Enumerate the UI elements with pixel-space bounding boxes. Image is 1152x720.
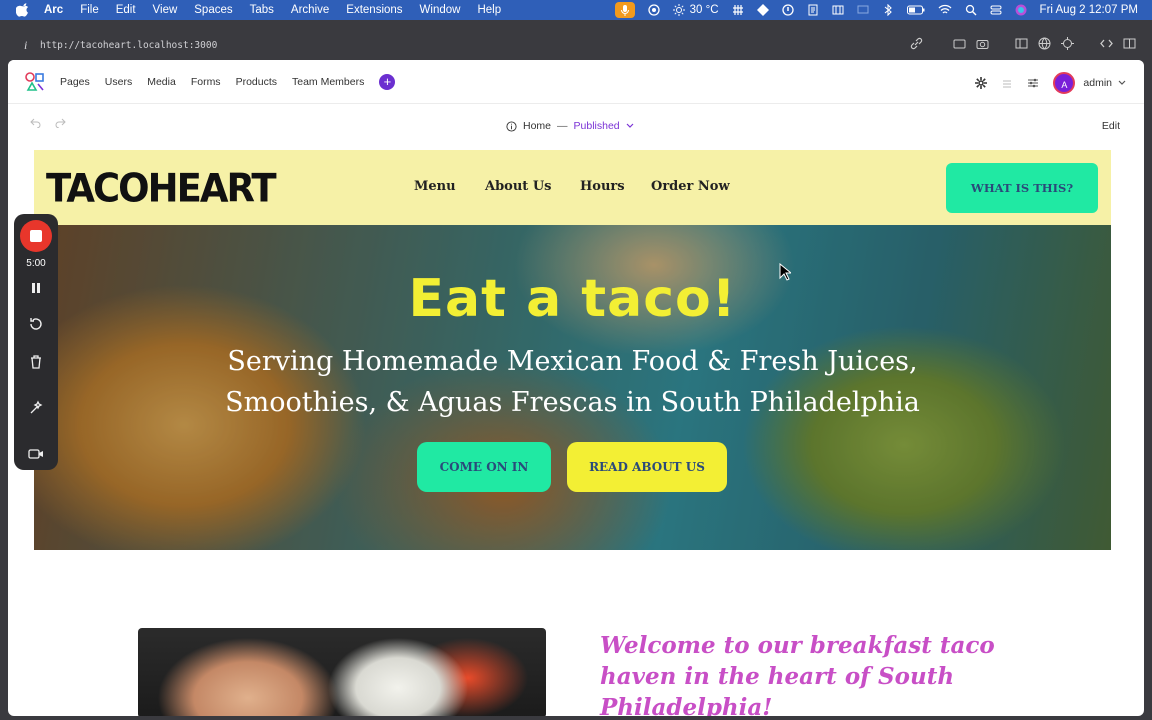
hero-subtitle: Serving Homemade Mexican Food & Fresh Ju… bbox=[34, 341, 1111, 423]
browser-toolbar bbox=[910, 37, 1136, 50]
menu-tabs[interactable]: Tabs bbox=[250, 4, 274, 16]
page-selector[interactable]: Home — Published bbox=[506, 120, 634, 132]
page-separator: — bbox=[557, 120, 568, 132]
menu-extensions[interactable]: Extensions bbox=[346, 4, 402, 16]
grid-hash-icon[interactable] bbox=[732, 4, 744, 16]
page-title[interactable]: Home bbox=[523, 120, 551, 132]
site-header: TACOHEART Menu About Us Hours Order Now … bbox=[34, 150, 1111, 225]
hero-subtitle-line-1: Serving Homemade Mexican Food & Fresh Ju… bbox=[227, 346, 918, 377]
screen-recorder-panel: 5:00 bbox=[14, 214, 58, 470]
document-icon[interactable] bbox=[807, 4, 819, 16]
cms-nav-media[interactable]: Media bbox=[147, 76, 176, 88]
menu-view[interactable]: View bbox=[153, 4, 178, 16]
browser-address-bar: i http://tacoheart.localhost:3000 bbox=[0, 30, 1152, 60]
cms-nav-products[interactable]: Products bbox=[236, 76, 277, 88]
user-menu-label[interactable]: admin bbox=[1083, 77, 1112, 89]
edit-button[interactable]: Edit bbox=[1102, 120, 1120, 132]
site-info-icon[interactable]: i bbox=[24, 38, 38, 53]
menu-spaces[interactable]: Spaces bbox=[194, 4, 232, 16]
weather-temp[interactable]: 30 °C bbox=[690, 4, 719, 16]
stop-recording-button[interactable] bbox=[20, 220, 52, 252]
camera-icon[interactable] bbox=[976, 37, 989, 50]
url-field[interactable]: http://tacoheart.localhost:3000 bbox=[40, 40, 217, 51]
stop-icon bbox=[30, 230, 42, 242]
website-preview: TACOHEART Menu About Us Hours Order Now … bbox=[34, 150, 1111, 716]
undo-icon[interactable] bbox=[30, 118, 42, 128]
microphone-icon[interactable] bbox=[614, 2, 635, 18]
wifi-icon[interactable] bbox=[938, 4, 952, 16]
capture-icon[interactable] bbox=[953, 37, 966, 50]
sidebar-panel-icon[interactable] bbox=[1015, 37, 1028, 50]
site-nav-menu[interactable]: Menu bbox=[414, 179, 456, 194]
menu-app-arc[interactable]: Arc bbox=[44, 4, 63, 16]
read-about-us-button[interactable]: READ ABOUT US bbox=[567, 442, 727, 492]
extensions-icon[interactable] bbox=[1061, 37, 1074, 50]
menu-file[interactable]: File bbox=[80, 4, 99, 16]
site-nav-hours[interactable]: Hours bbox=[580, 179, 625, 194]
avatar[interactable]: A bbox=[1053, 72, 1076, 94]
what-is-this-button[interactable]: WHAT IS THIS? bbox=[946, 163, 1098, 213]
add-new-button[interactable]: + bbox=[379, 73, 396, 90]
hero-subtitle-line-2: Smoothies, & Aguas Frescas in South Phil… bbox=[225, 387, 920, 418]
browser-viewport: Pages Users Media Forms Products Team Me… bbox=[8, 60, 1144, 716]
sliders-icon[interactable] bbox=[1027, 77, 1039, 89]
cms-nav-forms[interactable]: Forms bbox=[191, 76, 221, 88]
apple-icon[interactable] bbox=[16, 3, 30, 17]
gear-icon[interactable] bbox=[975, 77, 988, 89]
info-circle-icon bbox=[506, 120, 517, 132]
power-ring-icon[interactable] bbox=[781, 4, 794, 16]
menu-window[interactable]: Window bbox=[420, 4, 461, 16]
recording-timer: 5:00 bbox=[26, 258, 46, 269]
diamond-icon[interactable] bbox=[756, 4, 769, 16]
pause-icon[interactable] bbox=[28, 280, 44, 296]
menu-help[interactable]: Help bbox=[477, 4, 501, 16]
search-icon[interactable] bbox=[965, 4, 977, 16]
split-view-icon[interactable] bbox=[1123, 37, 1136, 50]
trash-icon[interactable] bbox=[28, 354, 44, 370]
macos-menubar: Arc File Edit View Spaces Tabs Archive E… bbox=[0, 0, 1152, 20]
site-logo[interactable]: TACOHEART bbox=[46, 166, 277, 211]
archive-box-icon[interactable] bbox=[832, 4, 844, 16]
mouse-cursor-icon bbox=[779, 263, 791, 281]
menubar-clock[interactable]: Fri Aug 2 12:07 PM bbox=[1040, 4, 1138, 16]
intro-section: Welcome to our breakfast taco haven in t… bbox=[34, 550, 1111, 716]
cms-nav-users[interactable]: Users bbox=[105, 76, 132, 88]
site-nav-about[interactable]: About Us bbox=[485, 179, 552, 194]
battery-icon[interactable] bbox=[906, 4, 925, 16]
come-on-in-button[interactable]: COME ON IN bbox=[417, 442, 551, 492]
stack-icon[interactable] bbox=[1001, 77, 1013, 89]
cms-toolbar-right: A admin bbox=[975, 72, 1126, 94]
cms-nav-team-members[interactable]: Team Members bbox=[292, 76, 364, 88]
draw-sparkle-icon[interactable] bbox=[28, 400, 44, 416]
menu-archive[interactable]: Archive bbox=[291, 4, 329, 16]
restart-icon[interactable] bbox=[28, 316, 44, 332]
menu-edit[interactable]: Edit bbox=[116, 4, 136, 16]
code-icon[interactable] bbox=[1100, 37, 1113, 50]
chevron-down-icon[interactable] bbox=[1118, 80, 1126, 86]
hero-section: Eat a taco! Serving Homemade Mexican Foo… bbox=[34, 225, 1111, 550]
chevron-down-icon[interactable] bbox=[626, 123, 634, 129]
video-camera-icon[interactable] bbox=[28, 446, 44, 462]
sun-icon bbox=[672, 4, 685, 16]
site-nav-order[interactable]: Order Now bbox=[651, 179, 730, 194]
bluetooth-icon[interactable] bbox=[882, 4, 894, 16]
screen-share-icon[interactable] bbox=[648, 4, 660, 16]
redo-icon[interactable] bbox=[54, 118, 66, 128]
globe-icon[interactable] bbox=[1038, 37, 1051, 50]
display-icon[interactable] bbox=[857, 4, 869, 16]
copy-link-icon[interactable] bbox=[910, 37, 923, 50]
taco-photo bbox=[138, 628, 546, 716]
siri-icon[interactable] bbox=[1015, 4, 1027, 16]
page-status-bar: Home — Published Edit bbox=[8, 104, 1144, 150]
menubar-status-area: 30 °C Fri Aug 2 12:07 PM bbox=[614, 0, 1138, 20]
cms-toolbar: Pages Users Media Forms Products Team Me… bbox=[8, 60, 1144, 104]
hero-title: Eat a taco! bbox=[408, 269, 737, 329]
welcome-heading: Welcome to our breakfast taco haven in t… bbox=[600, 632, 995, 716]
cms-nav-pages[interactable]: Pages bbox=[60, 76, 90, 88]
control-center-icon[interactable] bbox=[990, 4, 1002, 16]
publish-status[interactable]: Published bbox=[574, 120, 620, 132]
cms-logo-icon[interactable] bbox=[24, 71, 46, 93]
